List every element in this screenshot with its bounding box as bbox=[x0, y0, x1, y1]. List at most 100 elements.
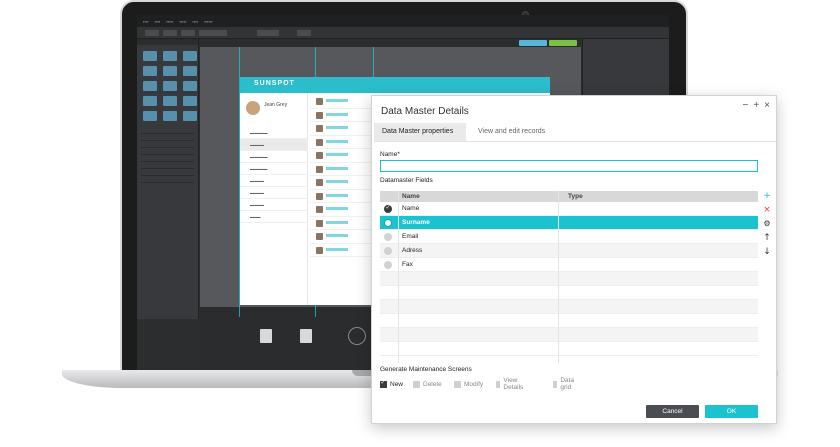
toolbar-button[interactable] bbox=[163, 30, 177, 36]
menu-item[interactable]: ▪▪▪▪ bbox=[155, 19, 161, 24]
widget-icon[interactable] bbox=[143, 66, 157, 76]
row-radio-icon[interactable] bbox=[384, 219, 392, 227]
option-modify-checkbox[interactable]: Modify bbox=[454, 379, 483, 389]
column-header-type[interactable]: Type bbox=[568, 193, 583, 200]
widget-icon[interactable] bbox=[163, 96, 177, 106]
mockup-menu-item[interactable]: ▬▬▬▬ bbox=[240, 175, 308, 187]
field-name: Email bbox=[402, 233, 419, 240]
list-item[interactable] bbox=[141, 171, 194, 176]
photo-thumb bbox=[316, 192, 323, 200]
tab-data-master-properties[interactable]: Data Master properties bbox=[374, 123, 466, 141]
list-item[interactable] bbox=[141, 136, 194, 141]
event-node[interactable] bbox=[260, 329, 272, 343]
mockup-menu-item[interactable]: ▬▬▬▬▬ bbox=[240, 151, 308, 163]
add-screen-button[interactable] bbox=[519, 40, 547, 46]
list-item[interactable] bbox=[310, 244, 380, 257]
list-item[interactable] bbox=[141, 129, 194, 134]
menu-item[interactable]: ▪▪▪▪ bbox=[193, 19, 199, 24]
add-field-icon[interactable]: + bbox=[760, 190, 774, 202]
widget-icon[interactable] bbox=[163, 66, 177, 76]
event-node[interactable] bbox=[300, 329, 312, 343]
mockup-menu-item[interactable]: ▬▬▬▬ bbox=[240, 199, 308, 211]
widget-icon[interactable] bbox=[143, 51, 157, 61]
list-item[interactable] bbox=[310, 149, 380, 163]
table-row[interactable]: Name bbox=[380, 202, 758, 216]
list-item[interactable] bbox=[141, 143, 194, 148]
gear-icon[interactable]: ⚙ bbox=[760, 218, 774, 230]
row-radio-icon[interactable] bbox=[384, 261, 392, 269]
list-item[interactable] bbox=[310, 95, 380, 109]
photo-thumb bbox=[316, 98, 323, 105]
move-down-icon[interactable]: ↓ bbox=[760, 246, 774, 258]
close-icon[interactable]: × bbox=[764, 100, 770, 111]
list-item[interactable] bbox=[141, 157, 194, 162]
row-radio-icon[interactable] bbox=[384, 233, 392, 241]
column-header-name[interactable]: Name bbox=[402, 193, 420, 200]
widget-icon[interactable] bbox=[183, 81, 197, 91]
option-view-details-checkbox[interactable]: View Details bbox=[496, 377, 526, 391]
row-radio-icon[interactable] bbox=[384, 247, 392, 255]
widget-icon[interactable] bbox=[163, 111, 177, 121]
minimize-icon[interactable]: − bbox=[742, 100, 748, 111]
toolbar-button[interactable] bbox=[297, 30, 311, 36]
table-row-selected[interactable]: Surname bbox=[380, 216, 758, 230]
option-data-grid-checkbox[interactable]: Data grid bbox=[553, 377, 577, 391]
widget-icon[interactable] bbox=[183, 96, 197, 106]
list-item[interactable] bbox=[141, 164, 194, 169]
add-event-node[interactable] bbox=[348, 327, 366, 345]
tab-view-edit-records[interactable]: View and edit records bbox=[470, 123, 553, 141]
run-button[interactable] bbox=[549, 40, 577, 46]
field-name: Fax bbox=[402, 261, 413, 268]
list-item[interactable] bbox=[310, 136, 380, 149]
table-row[interactable]: Fax bbox=[380, 258, 758, 272]
menu-item[interactable]: ▪▪▪▪▪ bbox=[166, 19, 173, 24]
widget-icon[interactable] bbox=[183, 111, 197, 121]
widget-icon[interactable] bbox=[143, 111, 157, 121]
photo-thumb bbox=[316, 152, 323, 159]
table-row[interactable]: Email bbox=[380, 230, 758, 244]
toolbar-button[interactable] bbox=[145, 30, 159, 36]
mockup-menu-item[interactable]: ▬▬▬▬▬ bbox=[240, 163, 308, 175]
widget-icon[interactable] bbox=[163, 81, 177, 91]
list-item[interactable] bbox=[310, 176, 380, 190]
name-line bbox=[326, 207, 348, 210]
move-up-icon[interactable]: ↑ bbox=[760, 232, 774, 244]
row-checked-icon[interactable] bbox=[384, 204, 392, 213]
mockup-menu-item[interactable]: ▬▬▬▬▬ bbox=[240, 127, 308, 139]
table-row[interactable]: Adress bbox=[380, 244, 758, 258]
list-item[interactable] bbox=[310, 122, 380, 136]
list-item[interactable] bbox=[310, 190, 380, 203]
menu-item[interactable]: ▪▪▪▪ bbox=[143, 19, 149, 24]
list-item[interactable] bbox=[310, 203, 380, 217]
list-item[interactable] bbox=[141, 178, 194, 183]
mockup-menu-item[interactable]: ▬▬▬ bbox=[240, 211, 308, 223]
mockup-menu-item[interactable]: ▬▬▬▬ bbox=[240, 187, 308, 199]
list-item[interactable] bbox=[310, 230, 380, 244]
ok-button[interactable]: OK bbox=[705, 405, 758, 418]
toolbar-button[interactable] bbox=[181, 30, 195, 36]
cancel-button[interactable]: Cancel bbox=[646, 405, 699, 418]
widget-icon[interactable] bbox=[143, 96, 157, 106]
widget-icon[interactable] bbox=[183, 51, 197, 61]
list-item[interactable] bbox=[141, 150, 194, 155]
grid-header: Name Type bbox=[380, 191, 758, 202]
list-item[interactable] bbox=[310, 163, 380, 176]
mockup-menu-item[interactable]: ▬▬▬▬ bbox=[240, 139, 308, 151]
name-label: Name* bbox=[380, 151, 400, 158]
list-item[interactable] bbox=[310, 109, 380, 122]
widget-icon[interactable] bbox=[143, 81, 157, 91]
widget-icon[interactable] bbox=[183, 66, 197, 76]
toolbar-dropdown[interactable] bbox=[257, 30, 279, 36]
option-delete-checkbox[interactable]: Delete bbox=[413, 379, 442, 389]
menu-item[interactable]: ▪▪▪▪▪ bbox=[179, 19, 186, 24]
photo-thumb bbox=[316, 246, 323, 254]
maximize-icon[interactable]: + bbox=[753, 100, 759, 111]
name-field[interactable] bbox=[380, 160, 758, 172]
widget-icon[interactable] bbox=[163, 51, 177, 61]
delete-field-icon[interactable]: × bbox=[760, 204, 774, 216]
menu-item[interactable]: ▪▪▪▪▪▪ bbox=[204, 19, 213, 24]
avatar bbox=[246, 101, 260, 115]
option-new-checkbox[interactable]: New bbox=[380, 379, 403, 389]
toolbar-dropdown[interactable] bbox=[199, 30, 227, 36]
list-item[interactable] bbox=[310, 217, 380, 230]
